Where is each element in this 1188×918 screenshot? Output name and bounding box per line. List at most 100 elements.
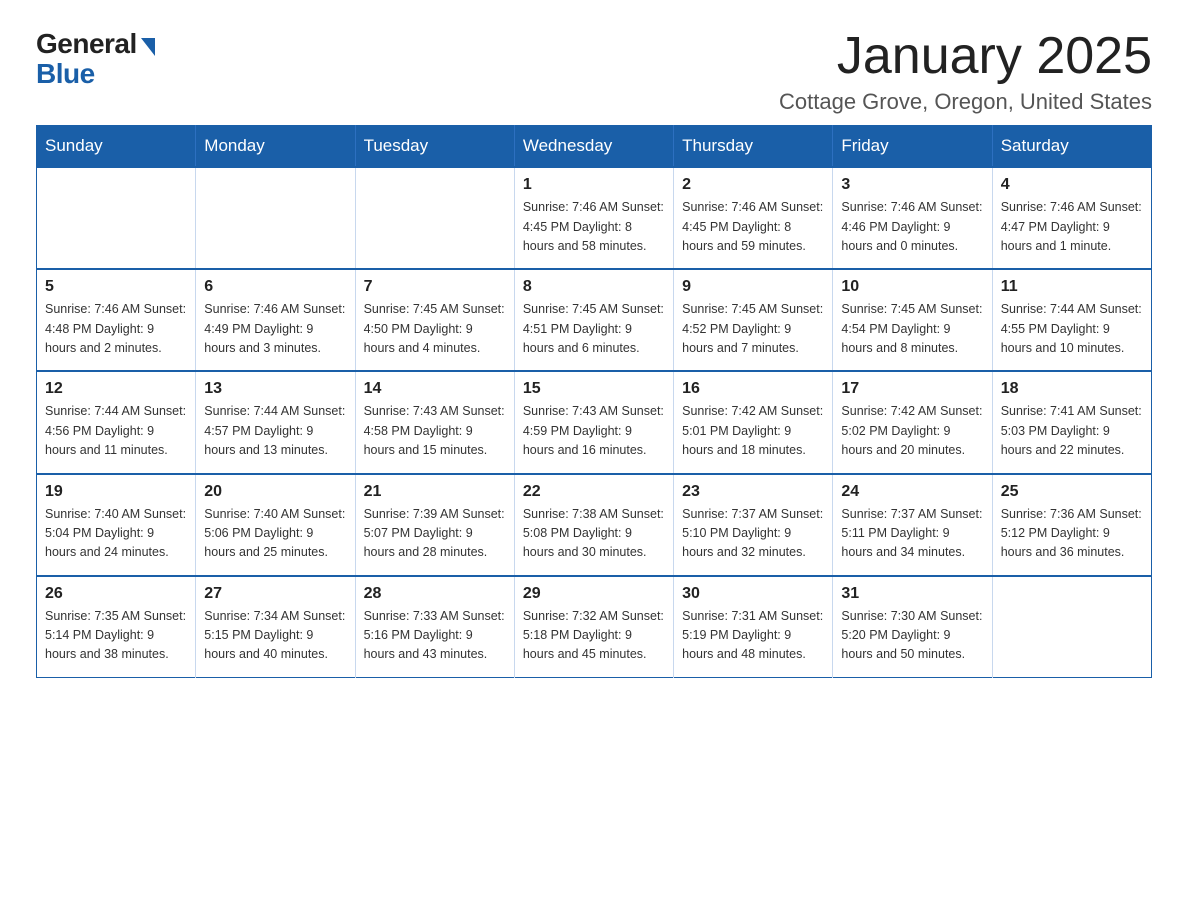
- day-number: 15: [523, 380, 665, 398]
- day-sun-info: Sunrise: 7:45 AM Sunset: 4:50 PM Dayligh…: [364, 300, 506, 358]
- calendar-cell: 12 Sunrise: 7:44 AM Sunset: 4:56 PM Dayli…: [37, 371, 196, 473]
- day-number: 1: [523, 176, 665, 194]
- day-of-week-header: Tuesday: [355, 126, 514, 168]
- day-of-week-header: Friday: [833, 126, 992, 168]
- day-number: 30: [682, 585, 824, 603]
- calendar-cell: 28 Sunrise: 7:33 AM Sunset: 5:16 PM Dayli…: [355, 576, 514, 678]
- day-number: 2: [682, 176, 824, 194]
- day-sun-info: Sunrise: 7:36 AM Sunset: 5:12 PM Dayligh…: [1001, 505, 1143, 563]
- day-number: 29: [523, 585, 665, 603]
- calendar-cell: 2 Sunrise: 7:46 AM Sunset: 4:45 PM Daylig…: [674, 167, 833, 269]
- calendar-cell: 15 Sunrise: 7:43 AM Sunset: 4:59 PM Dayli…: [514, 371, 673, 473]
- day-number: 17: [841, 380, 983, 398]
- calendar-cell: [196, 167, 355, 269]
- day-sun-info: Sunrise: 7:40 AM Sunset: 5:06 PM Dayligh…: [204, 505, 346, 563]
- calendar-week-row: 19 Sunrise: 7:40 AM Sunset: 5:04 PM Dayli…: [37, 474, 1152, 576]
- day-sun-info: Sunrise: 7:44 AM Sunset: 4:55 PM Dayligh…: [1001, 300, 1143, 358]
- day-sun-info: Sunrise: 7:35 AM Sunset: 5:14 PM Dayligh…: [45, 607, 187, 665]
- calendar-cell: 1 Sunrise: 7:46 AM Sunset: 4:45 PM Daylig…: [514, 167, 673, 269]
- day-sun-info: Sunrise: 7:46 AM Sunset: 4:45 PM Dayligh…: [523, 198, 665, 256]
- day-number: 26: [45, 585, 187, 603]
- day-number: 7: [364, 278, 506, 296]
- calendar-cell: 21 Sunrise: 7:39 AM Sunset: 5:07 PM Dayli…: [355, 474, 514, 576]
- day-of-week-header: Sunday: [37, 126, 196, 168]
- calendar-cell: 7 Sunrise: 7:45 AM Sunset: 4:50 PM Daylig…: [355, 269, 514, 371]
- day-sun-info: Sunrise: 7:42 AM Sunset: 5:01 PM Dayligh…: [682, 402, 824, 460]
- day-number: 12: [45, 380, 187, 398]
- day-sun-info: Sunrise: 7:37 AM Sunset: 5:11 PM Dayligh…: [841, 505, 983, 563]
- calendar-week-row: 12 Sunrise: 7:44 AM Sunset: 4:56 PM Dayli…: [37, 371, 1152, 473]
- calendar-cell: 23 Sunrise: 7:37 AM Sunset: 5:10 PM Dayli…: [674, 474, 833, 576]
- day-sun-info: Sunrise: 7:44 AM Sunset: 4:57 PM Dayligh…: [204, 402, 346, 460]
- day-number: 19: [45, 483, 187, 501]
- calendar-cell: 25 Sunrise: 7:36 AM Sunset: 5:12 PM Dayli…: [992, 474, 1151, 576]
- calendar-cell: 10Sunrise: 7:45 AM Sunset: 4:54 PM Dayli…: [833, 269, 992, 371]
- calendar-week-row: 5Sunrise: 7:46 AM Sunset: 4:48 PM Daylig…: [37, 269, 1152, 371]
- day-sun-info: Sunrise: 7:32 AM Sunset: 5:18 PM Dayligh…: [523, 607, 665, 665]
- calendar-cell: 9 Sunrise: 7:45 AM Sunset: 4:52 PM Daylig…: [674, 269, 833, 371]
- calendar-cell: 16 Sunrise: 7:42 AM Sunset: 5:01 PM Dayli…: [674, 371, 833, 473]
- day-sun-info: Sunrise: 7:33 AM Sunset: 5:16 PM Dayligh…: [364, 607, 506, 665]
- day-sun-info: Sunrise: 7:44 AM Sunset: 4:56 PM Dayligh…: [45, 402, 187, 460]
- day-sun-info: Sunrise: 7:37 AM Sunset: 5:10 PM Dayligh…: [682, 505, 824, 563]
- day-number: 23: [682, 483, 824, 501]
- calendar-cell: [355, 167, 514, 269]
- calendar-header-row: SundayMondayTuesdayWednesdayThursdayFrid…: [37, 126, 1152, 168]
- day-number: 18: [1001, 380, 1143, 398]
- day-sun-info: Sunrise: 7:42 AM Sunset: 5:02 PM Dayligh…: [841, 402, 983, 460]
- day-number: 4: [1001, 176, 1143, 194]
- day-sun-info: Sunrise: 7:46 AM Sunset: 4:45 PM Dayligh…: [682, 198, 824, 256]
- calendar-cell: 20Sunrise: 7:40 AM Sunset: 5:06 PM Dayli…: [196, 474, 355, 576]
- logo-arrow-icon: [141, 38, 155, 56]
- calendar-cell: 4 Sunrise: 7:46 AM Sunset: 4:47 PM Daylig…: [992, 167, 1151, 269]
- day-number: 13: [204, 380, 346, 398]
- calendar-cell: 19 Sunrise: 7:40 AM Sunset: 5:04 PM Dayli…: [37, 474, 196, 576]
- day-number: 16: [682, 380, 824, 398]
- calendar-wrapper: SundayMondayTuesdayWednesdayThursdayFrid…: [0, 125, 1188, 702]
- location-text: Cottage Grove, Oregon, United States: [779, 89, 1152, 115]
- calendar-cell: [992, 576, 1151, 678]
- calendar-cell: 31 Sunrise: 7:30 AM Sunset: 5:20 PM Dayli…: [833, 576, 992, 678]
- calendar-cell: 6 Sunrise: 7:46 AM Sunset: 4:49 PM Daylig…: [196, 269, 355, 371]
- calendar-cell: 3Sunrise: 7:46 AM Sunset: 4:46 PM Daylig…: [833, 167, 992, 269]
- logo: General Blue: [36, 28, 155, 90]
- day-number: 21: [364, 483, 506, 501]
- header: General Blue January 2025 Cottage Grove,…: [0, 0, 1188, 125]
- day-number: 6: [204, 278, 346, 296]
- day-sun-info: Sunrise: 7:40 AM Sunset: 5:04 PM Dayligh…: [45, 505, 187, 563]
- calendar-cell: 29 Sunrise: 7:32 AM Sunset: 5:18 PM Dayli…: [514, 576, 673, 678]
- day-number: 10: [841, 278, 983, 296]
- day-sun-info: Sunrise: 7:46 AM Sunset: 4:49 PM Dayligh…: [204, 300, 346, 358]
- calendar-week-row: 26 Sunrise: 7:35 AM Sunset: 5:14 PM Dayli…: [37, 576, 1152, 678]
- day-number: 24: [841, 483, 983, 501]
- calendar-cell: 5Sunrise: 7:46 AM Sunset: 4:48 PM Daylig…: [37, 269, 196, 371]
- day-number: 3: [841, 176, 983, 194]
- calendar-week-row: 1 Sunrise: 7:46 AM Sunset: 4:45 PM Daylig…: [37, 167, 1152, 269]
- day-sun-info: Sunrise: 7:46 AM Sunset: 4:47 PM Dayligh…: [1001, 198, 1143, 256]
- calendar-cell: 11Sunrise: 7:44 AM Sunset: 4:55 PM Dayli…: [992, 269, 1151, 371]
- day-sun-info: Sunrise: 7:43 AM Sunset: 4:59 PM Dayligh…: [523, 402, 665, 460]
- day-number: 25: [1001, 483, 1143, 501]
- day-sun-info: Sunrise: 7:39 AM Sunset: 5:07 PM Dayligh…: [364, 505, 506, 563]
- day-sun-info: Sunrise: 7:45 AM Sunset: 4:52 PM Dayligh…: [682, 300, 824, 358]
- day-sun-info: Sunrise: 7:45 AM Sunset: 4:51 PM Dayligh…: [523, 300, 665, 358]
- day-of-week-header: Thursday: [674, 126, 833, 168]
- day-number: 9: [682, 278, 824, 296]
- title-block: January 2025 Cottage Grove, Oregon, Unit…: [779, 28, 1152, 115]
- calendar-cell: 17 Sunrise: 7:42 AM Sunset: 5:02 PM Dayli…: [833, 371, 992, 473]
- day-number: 22: [523, 483, 665, 501]
- calendar-cell: 30 Sunrise: 7:31 AM Sunset: 5:19 PM Dayli…: [674, 576, 833, 678]
- day-sun-info: Sunrise: 7:38 AM Sunset: 5:08 PM Dayligh…: [523, 505, 665, 563]
- logo-blue-text: Blue: [36, 58, 95, 90]
- calendar-cell: 8Sunrise: 7:45 AM Sunset: 4:51 PM Daylig…: [514, 269, 673, 371]
- calendar-cell: 14Sunrise: 7:43 AM Sunset: 4:58 PM Dayli…: [355, 371, 514, 473]
- calendar-cell: 13 Sunrise: 7:44 AM Sunset: 4:57 PM Dayli…: [196, 371, 355, 473]
- calendar-cell: 26 Sunrise: 7:35 AM Sunset: 5:14 PM Dayli…: [37, 576, 196, 678]
- day-of-week-header: Monday: [196, 126, 355, 168]
- day-sun-info: Sunrise: 7:31 AM Sunset: 5:19 PM Dayligh…: [682, 607, 824, 665]
- day-number: 31: [841, 585, 983, 603]
- day-number: 28: [364, 585, 506, 603]
- day-sun-info: Sunrise: 7:41 AM Sunset: 5:03 PM Dayligh…: [1001, 402, 1143, 460]
- day-sun-info: Sunrise: 7:30 AM Sunset: 5:20 PM Dayligh…: [841, 607, 983, 665]
- calendar-cell: 18 Sunrise: 7:41 AM Sunset: 5:03 PM Dayli…: [992, 371, 1151, 473]
